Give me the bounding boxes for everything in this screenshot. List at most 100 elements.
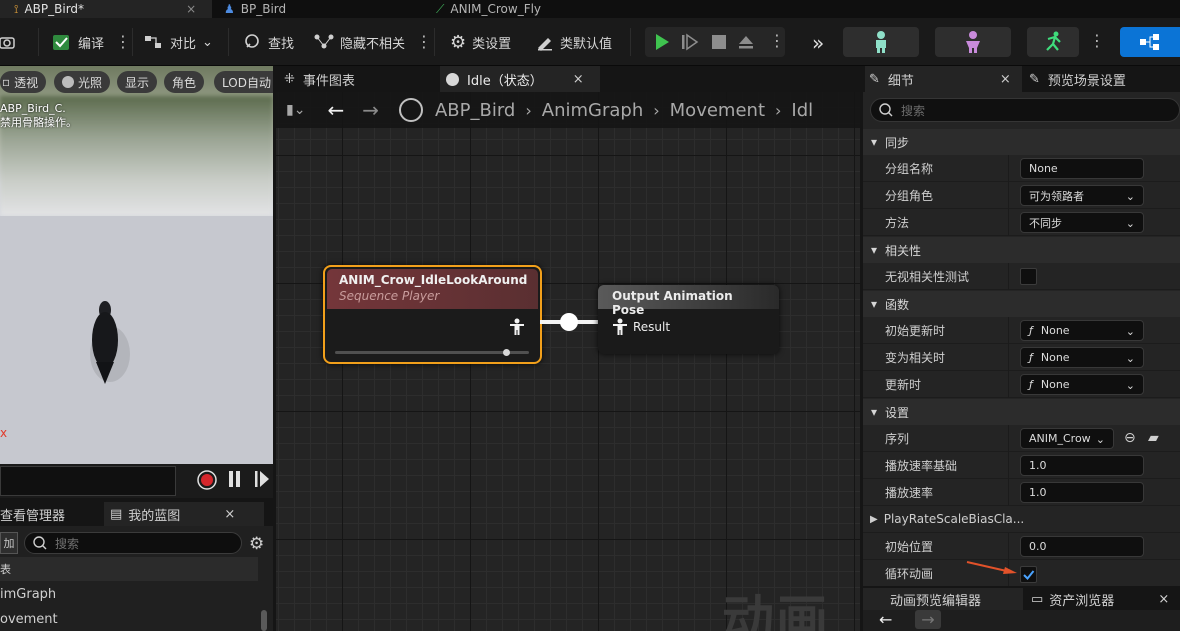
- blueprint-icon: ♟: [224, 2, 235, 16]
- show-button[interactable]: 显示: [117, 71, 158, 93]
- category-sync[interactable]: ▾ 同步: [863, 129, 1180, 155]
- record-icon[interactable]: [196, 469, 218, 494]
- sequence-asset-dropdown[interactable]: ANIM_Crow ⌄: [1020, 428, 1114, 449]
- initial-update-function-dropdown[interactable]: ƒ None ⌄: [1020, 320, 1144, 341]
- prop-label: 无视相关性测试: [885, 269, 970, 284]
- prop-play-rate-scale-bias-clamp[interactable]: ▶ PlayRateScaleBiasCla...: [863, 506, 1180, 533]
- list-item[interactable]: imGraph: [0, 582, 258, 606]
- class-defaults-button[interactable]: 类默认值: [536, 31, 612, 53]
- search-placeholder: 搜索: [901, 103, 926, 118]
- play-rate-field[interactable]: 1.0: [1020, 482, 1144, 503]
- group-name-field[interactable]: None: [1020, 158, 1144, 179]
- pause-icon[interactable]: [228, 470, 242, 491]
- hide-options-icon[interactable]: ⋮: [416, 31, 432, 53]
- tab-abp-bird[interactable]: ⟟ ABP_Bird* ×: [0, 0, 212, 18]
- scrollbar[interactable]: [261, 610, 267, 631]
- diff-button[interactable]: 对比 ⌄: [144, 31, 213, 53]
- blueprint-book-icon: ▤: [110, 506, 123, 522]
- close-icon[interactable]: ×: [1000, 72, 1011, 87]
- tab-idle-state[interactable]: Idle（状态） ×: [440, 66, 600, 92]
- breadcrumb-item[interactable]: Idl: [791, 100, 813, 121]
- animation-mode-button[interactable]: [1027, 27, 1079, 57]
- class-settings-button[interactable]: ⚙ 类设置: [450, 31, 511, 53]
- close-icon[interactable]: ×: [573, 72, 584, 87]
- bookmark-icon[interactable]: ▮⌄: [286, 102, 305, 118]
- mode-options-icon[interactable]: ⋮: [1089, 31, 1105, 50]
- progress-knob[interactable]: [503, 349, 511, 356]
- expand-toolbar-icon[interactable]: »: [812, 31, 824, 55]
- pose-pin-icon[interactable]: [509, 318, 525, 339]
- close-icon[interactable]: ×: [186, 2, 196, 16]
- pose-pin-icon[interactable]: [612, 318, 628, 339]
- preview-viewport[interactable]: ▫ 透视 光照 显示 角色 LOD自动 ABP_Bird_C. 禁用骨骼操作。 …: [0, 66, 273, 464]
- forward-arrow-icon[interactable]: →: [362, 98, 379, 122]
- group-role-dropdown[interactable]: 可为领路者 ⌄: [1020, 185, 1144, 206]
- play-icon[interactable]: [653, 33, 671, 54]
- back-arrow-icon[interactable]: ←: [879, 610, 892, 629]
- lit-label: 光照: [78, 75, 103, 90]
- step-icon[interactable]: [681, 33, 699, 54]
- category-settings[interactable]: ▾ 设置: [863, 399, 1180, 425]
- find-button[interactable]: 查找: [244, 31, 294, 53]
- list-item[interactable]: 表: [0, 557, 258, 581]
- compile-options-icon[interactable]: ⋮: [115, 31, 131, 53]
- sequence-player-node[interactable]: ANIM_Crow_IdleLookAround Sequence Player: [323, 265, 542, 364]
- back-arrow-icon[interactable]: ←: [327, 98, 344, 122]
- blueprint-search-input[interactable]: 搜索: [24, 532, 242, 554]
- play-rate-basis-field[interactable]: 1.0: [1020, 455, 1144, 476]
- tab-bp-bird[interactable]: ♟ BP_Bird: [224, 0, 286, 18]
- chevron-down-icon: ▾: [871, 135, 878, 149]
- perspective-button[interactable]: ▫ 透视: [0, 71, 47, 93]
- browse-asset-icon[interactable]: ▰: [1148, 430, 1159, 446]
- skeleton-mode-button[interactable]: [843, 27, 919, 57]
- step-forward-icon[interactable]: [254, 470, 270, 491]
- tab-asset-browser[interactable]: ▭ 资产浏览器 ×: [1031, 588, 1169, 610]
- breadcrumb-item[interactable]: AnimGraph: [542, 100, 643, 121]
- breadcrumb-item[interactable]: Movement: [670, 100, 765, 121]
- timeline-track[interactable]: [0, 466, 176, 496]
- method-dropdown[interactable]: 不同步 ⌄: [1020, 212, 1144, 233]
- use-selected-asset-icon[interactable]: ⊖: [1124, 430, 1136, 446]
- tab-my-blueprint[interactable]: ▤ 我的蓝图 ×: [104, 502, 264, 526]
- close-icon[interactable]: ×: [224, 507, 235, 522]
- category-functions[interactable]: ▾ 函数: [863, 291, 1180, 317]
- ignore-relevancy-checkbox[interactable]: [1020, 268, 1037, 285]
- list-item[interactable]: ovement: [0, 607, 258, 631]
- blueprint-mode-button[interactable]: [1120, 27, 1180, 57]
- tab-details[interactable]: ✎ 细节 ×: [865, 66, 1022, 92]
- state-icon: [446, 72, 459, 86]
- settings-gear-icon[interactable]: ⚙: [249, 534, 264, 554]
- tab-anim-crow-fly[interactable]: ⟋ ANIM_Crow_Fly: [436, 0, 541, 18]
- details-search-input[interactable]: 搜索: [870, 98, 1180, 122]
- result-pin-label: Result: [633, 320, 671, 334]
- divider: [434, 28, 435, 56]
- on-update-function-dropdown[interactable]: ƒ None ⌄: [1020, 374, 1144, 395]
- add-button[interactable]: 加: [0, 532, 18, 554]
- forward-arrow-icon[interactable]: →: [915, 610, 941, 629]
- eject-icon[interactable]: [737, 34, 755, 53]
- breadcrumb-item[interactable]: ABP_Bird: [435, 100, 515, 121]
- tab-event-graph[interactable]: ⁜ 事件图表: [284, 66, 355, 92]
- stop-icon[interactable]: [711, 34, 727, 53]
- mesh-mode-button[interactable]: [935, 27, 1011, 57]
- tab-preview-scene-settings[interactable]: ✎ 预览场景设置: [1029, 66, 1126, 92]
- start-position-field[interactable]: 0.0: [1020, 536, 1144, 557]
- loop-animation-checkbox[interactable]: [1020, 566, 1037, 583]
- camera-icon: [0, 37, 15, 49]
- lit-button[interactable]: 光照: [54, 71, 111, 93]
- search-icon: [879, 103, 893, 117]
- tab-view-manager[interactable]: 查看管理器: [0, 502, 65, 526]
- category-relevancy[interactable]: ▾ 相关性: [863, 237, 1180, 263]
- close-icon[interactable]: ×: [1158, 592, 1169, 607]
- compile-button[interactable]: 编译: [52, 31, 104, 53]
- lod-button[interactable]: LOD自动: [214, 71, 273, 93]
- character-button[interactable]: 角色: [164, 71, 205, 93]
- output-pose-node[interactable]: Output Animation Pose Result: [598, 285, 779, 354]
- wire-reroute-knot[interactable]: [560, 313, 578, 331]
- hide-unrelated-button[interactable]: 隐藏不相关: [314, 31, 405, 53]
- become-relevant-function-dropdown[interactable]: ƒ None ⌄: [1020, 347, 1144, 368]
- tab-anim-preview-editor[interactable]: 动画预览编辑器: [863, 588, 1023, 610]
- play-options-icon[interactable]: ⋮: [769, 31, 785, 50]
- prop-method: 方法 不同步 ⌄: [863, 209, 1180, 236]
- save-button[interactable]: [0, 31, 18, 53]
